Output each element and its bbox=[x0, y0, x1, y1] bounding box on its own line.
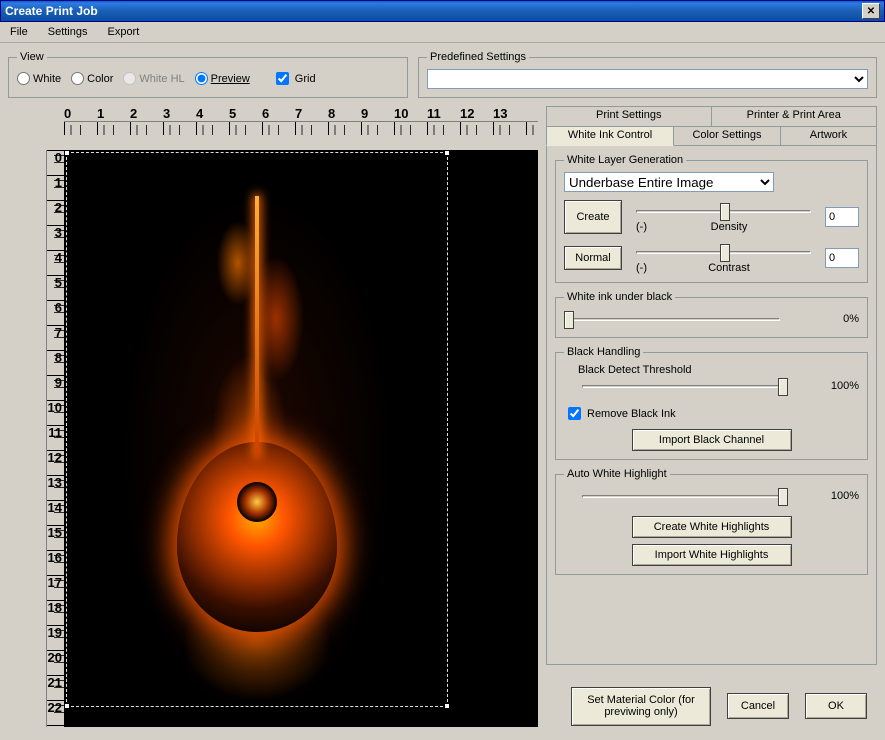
set-material-color-button[interactable]: Set Material Color (for previwing only) bbox=[571, 687, 711, 726]
ruler-top-num: 8 bbox=[328, 106, 361, 121]
remove-black-ink-checkbox[interactable]: Remove Black Ink bbox=[564, 404, 859, 423]
view-radio-white[interactable]: White bbox=[17, 72, 61, 85]
close-icon: ✕ bbox=[867, 6, 875, 17]
white-ink-under-black-group: White ink under black 0% bbox=[555, 291, 868, 338]
ruler-left-ticks bbox=[46, 150, 64, 727]
predefined-legend: Predefined Settings bbox=[427, 51, 529, 63]
black-threshold-slider[interactable] bbox=[578, 376, 788, 396]
awh-slider[interactable] bbox=[578, 486, 788, 506]
view-radio-color[interactable]: Color bbox=[71, 72, 113, 85]
black-legend: Black Handling bbox=[564, 346, 643, 358]
ruler-top-num: 10 bbox=[394, 106, 427, 121]
wlg-contrast-slider[interactable] bbox=[632, 242, 815, 262]
view-group: View White Color White HL Preview Grid bbox=[8, 51, 408, 98]
wib-value: 0% bbox=[843, 313, 859, 325]
awh-value: 100% bbox=[831, 490, 859, 502]
tab-color-settings[interactable]: Color Settings bbox=[673, 126, 781, 146]
import-black-channel-button[interactable]: Import Black Channel bbox=[632, 429, 792, 451]
resize-handle-bl[interactable] bbox=[64, 703, 70, 709]
tab-white-ink-control[interactable]: White Ink Control bbox=[546, 126, 674, 146]
wlg-density-label: Density bbox=[711, 221, 748, 233]
wlg-contrast-value[interactable] bbox=[825, 248, 859, 268]
client-area: View White Color White HL Preview Grid bbox=[0, 43, 885, 740]
close-button[interactable]: ✕ bbox=[862, 3, 880, 19]
tabs-row2: White Ink Control Color Settings Artwork bbox=[546, 126, 877, 146]
preview-canvas[interactable] bbox=[64, 150, 538, 727]
ruler-top-num: 3 bbox=[163, 106, 196, 121]
preview-area: 012345678910111213 012345678910111213141… bbox=[8, 106, 538, 727]
auto-white-highlight-group: Auto White Highlight 100% Create White H… bbox=[555, 468, 868, 575]
ruler-top-num: 9 bbox=[361, 106, 394, 121]
window-title: Create Print Job bbox=[5, 4, 862, 18]
bottom-buttons: Set Material Color (for previwing only) … bbox=[571, 687, 867, 726]
menu-settings[interactable]: Settings bbox=[44, 24, 92, 40]
ruler-top-num: 13 bbox=[493, 106, 526, 121]
predefined-settings-select[interactable] bbox=[427, 69, 868, 89]
import-white-highlights-button[interactable]: Import White Highlights bbox=[632, 544, 792, 566]
wlg-create-button[interactable]: Create bbox=[564, 200, 622, 234]
wlg-legend: White Layer Generation bbox=[564, 154, 686, 166]
view-whitehl-label: White HL bbox=[139, 73, 184, 85]
tab-artwork[interactable]: Artwork bbox=[780, 126, 877, 146]
selection-bounds[interactable] bbox=[66, 152, 448, 707]
wlg-normal-button[interactable]: Normal bbox=[564, 246, 622, 270]
title-bar: Create Print Job ✕ bbox=[0, 0, 885, 22]
ruler-top-num: 0 bbox=[64, 106, 97, 121]
menu-file[interactable]: File bbox=[6, 24, 32, 40]
black-threshold-label: Black Detect Threshold bbox=[578, 364, 859, 376]
black-threshold-value: 100% bbox=[831, 380, 859, 392]
view-grid-checkbox[interactable]: Grid bbox=[272, 69, 316, 88]
ruler-top-num: 4 bbox=[196, 106, 229, 121]
remove-black-ink-label: Remove Black Ink bbox=[587, 408, 676, 420]
create-white-highlights-button[interactable]: Create White Highlights bbox=[632, 516, 792, 538]
view-preview-label: Preview bbox=[211, 73, 250, 85]
white-layer-generation-group: White Layer Generation Underbase Entire … bbox=[555, 154, 868, 283]
wib-legend: White ink under black bbox=[564, 291, 675, 303]
wlg-contrast-minus: (-) bbox=[636, 262, 647, 274]
view-color-label: Color bbox=[87, 73, 113, 85]
right-panel: Print Settings Printer & Print Area Whit… bbox=[546, 106, 877, 727]
resize-handle-br[interactable] bbox=[444, 703, 450, 709]
ruler-left: 012345678910111213141516171819202122 bbox=[8, 150, 64, 727]
wlg-density-minus: (-) bbox=[636, 221, 647, 233]
menu-bar: File Settings Export bbox=[0, 22, 885, 43]
resize-handle-tl[interactable] bbox=[64, 150, 70, 156]
view-radio-whitehl: White HL bbox=[123, 72, 184, 85]
wlg-density-slider[interactable] bbox=[632, 201, 815, 221]
ruler-top-num: 7 bbox=[295, 106, 328, 121]
view-grid-label: Grid bbox=[295, 73, 316, 85]
cancel-button[interactable]: Cancel bbox=[727, 693, 789, 719]
black-handling-group: Black Handling Black Detect Threshold 10… bbox=[555, 346, 868, 460]
ruler-top-num: 6 bbox=[262, 106, 295, 121]
tab-printer-area[interactable]: Printer & Print Area bbox=[711, 106, 878, 126]
view-radio-preview[interactable]: Preview bbox=[195, 72, 250, 85]
view-legend: View bbox=[17, 51, 47, 63]
tab-body-white-ink: White Layer Generation Underbase Entire … bbox=[546, 145, 877, 665]
ruler-top-num: 2 bbox=[130, 106, 163, 121]
ruler-top-num: 1 bbox=[97, 106, 130, 121]
view-white-label: White bbox=[33, 73, 61, 85]
tab-print-settings[interactable]: Print Settings bbox=[546, 106, 712, 126]
ruler-top: 012345678910111213 bbox=[64, 106, 538, 150]
predefined-settings-group: Predefined Settings bbox=[418, 51, 877, 98]
wlg-contrast-label: Contrast bbox=[708, 262, 750, 274]
menu-export[interactable]: Export bbox=[103, 24, 143, 40]
ok-button[interactable]: OK bbox=[805, 693, 867, 719]
ruler-top-num: 5 bbox=[229, 106, 262, 121]
tabs-row1: Print Settings Printer & Print Area bbox=[546, 106, 877, 126]
awh-legend: Auto White Highlight bbox=[564, 468, 670, 480]
ruler-top-num: 11 bbox=[427, 106, 460, 121]
wlg-mode-select[interactable]: Underbase Entire Image bbox=[564, 172, 774, 192]
ruler-top-num: 12 bbox=[460, 106, 493, 121]
wib-slider[interactable] bbox=[564, 309, 784, 329]
wlg-density-value[interactable] bbox=[825, 207, 859, 227]
resize-handle-tr[interactable] bbox=[444, 150, 450, 156]
ruler-top-ticks bbox=[64, 121, 538, 135]
